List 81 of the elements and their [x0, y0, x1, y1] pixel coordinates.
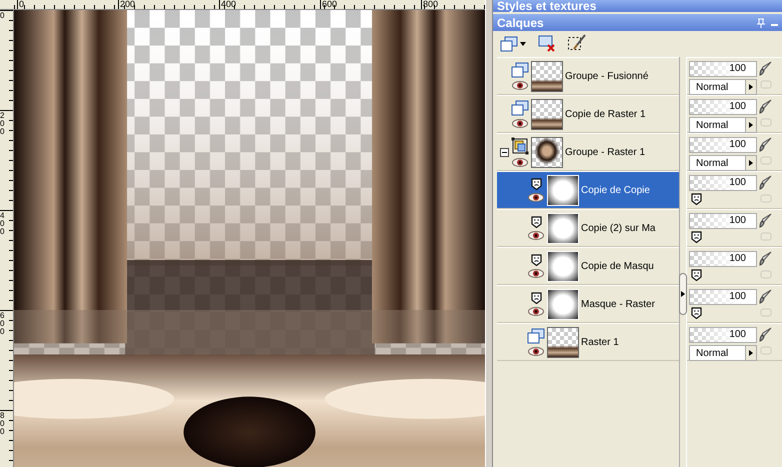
blend-mode-dropdown[interactable]: Normal — [689, 117, 757, 133]
layer-row[interactable]: Copie (2) sur Ma — [497, 209, 679, 247]
blend-mode-dropdown[interactable]: Normal — [689, 155, 757, 171]
splitter-handle[interactable] — [679, 273, 687, 315]
layer-name: Copie (2) sur Ma — [581, 222, 656, 234]
layer-stack-icon — [511, 100, 529, 116]
eye-icon[interactable] — [512, 119, 528, 128]
opacity-field[interactable]: 100 — [689, 213, 757, 229]
layer-thumbnail — [547, 212, 579, 244]
layer-name: Masque - Raster — [581, 298, 655, 310]
eye-icon[interactable] — [528, 347, 544, 356]
ruler-label: 600 — [322, 0, 338, 9]
ruler-label: 0 — [0, 11, 6, 20]
layer-stack-icon — [511, 62, 529, 78]
mask-icon — [530, 254, 542, 266]
layer-row[interactable]: Copie de Raster 1 — [497, 95, 679, 133]
mask-icon — [530, 292, 542, 304]
splitter-bar[interactable] — [485, 0, 493, 467]
opacity-field[interactable]: 100 — [689, 289, 757, 305]
layer-thumbnail — [547, 288, 579, 320]
opacity-field[interactable]: 100 — [689, 137, 757, 153]
layer-thumbnail — [531, 98, 563, 130]
mask-icon — [691, 269, 702, 281]
brush-icon[interactable] — [759, 137, 772, 152]
brush-icon[interactable] — [759, 289, 772, 304]
layer-stack-icon — [500, 36, 518, 52]
mask-icon — [530, 178, 542, 190]
blend-mode-dropdown[interactable]: Normal — [689, 79, 757, 95]
layer-thumbnail — [531, 136, 563, 168]
opacity-field[interactable]: 100 — [689, 61, 757, 77]
ruler-label: 0 — [19, 0, 24, 9]
layer-thumbnail — [547, 174, 579, 206]
eye-icon[interactable] — [528, 307, 544, 316]
mask-icon — [691, 231, 702, 243]
layer-name: Groupe - Raster 1 — [565, 146, 646, 158]
layer-thumbnail — [547, 250, 579, 282]
layer-row[interactable]: Raster 1 — [497, 323, 679, 361]
layer-row[interactable]: Copie de Copie — [497, 171, 679, 209]
eye-icon[interactable] — [512, 81, 528, 90]
layer-row[interactable]: Groupe - Raster 1 — [497, 133, 679, 171]
ruler-label: 800 — [0, 411, 6, 436]
pin-icon[interactable] — [757, 18, 765, 28]
layer-row[interactable]: Masque - Raster — [497, 285, 679, 323]
mask-icon — [691, 307, 702, 319]
ruler-label: 200 — [0, 111, 6, 136]
brush-icon[interactable] — [759, 175, 772, 190]
brush-icon[interactable] — [759, 61, 772, 76]
opacity-field[interactable]: 100 — [689, 327, 757, 343]
blend-mode-dropdown[interactable]: Normal — [689, 345, 757, 361]
eye-icon[interactable] — [512, 158, 528, 167]
layer-name: Copie de Copie — [581, 184, 650, 196]
mask-icon — [691, 193, 702, 205]
delete-layer-icon[interactable] — [537, 35, 557, 53]
ruler-label: 400 — [0, 211, 6, 236]
layer-name: Raster 1 — [581, 336, 619, 348]
ruler-label: 200 — [120, 0, 136, 9]
collapse-icon[interactable] — [500, 148, 509, 156]
mask-icon — [530, 216, 542, 228]
layer-row[interactable]: Copie de Masqu — [497, 247, 679, 285]
palette-title-bar: Styles et textures — [493, 0, 782, 12]
layer-name: Copie de Masqu — [581, 260, 654, 272]
eye-icon[interactable] — [528, 193, 544, 202]
brush-icon[interactable] — [759, 99, 772, 114]
layer-name: Groupe - Fusionné — [565, 70, 648, 82]
layer-stack-icon — [527, 328, 545, 344]
layer-thumbnail — [547, 326, 579, 358]
ruler-label: 600 — [0, 311, 6, 336]
new-layer-button[interactable] — [499, 35, 527, 53]
eye-icon[interactable] — [528, 269, 544, 278]
eye-icon[interactable] — [528, 231, 544, 240]
layer-name: Copie de Raster 1 — [565, 108, 646, 120]
brush-icon[interactable] — [759, 251, 772, 266]
opacity-field[interactable]: 100 — [689, 99, 757, 115]
opacity-field[interactable]: 100 — [689, 175, 757, 191]
layer-thumbnail — [531, 60, 563, 92]
brush-icon[interactable] — [759, 327, 772, 342]
brush-icon[interactable] — [759, 213, 772, 228]
opacity-field[interactable]: 100 — [689, 251, 757, 267]
group-layer-icon — [511, 137, 529, 155]
layer-row[interactable]: Groupe - Fusionné — [497, 57, 679, 95]
palette-title: Calques — [497, 16, 544, 30]
